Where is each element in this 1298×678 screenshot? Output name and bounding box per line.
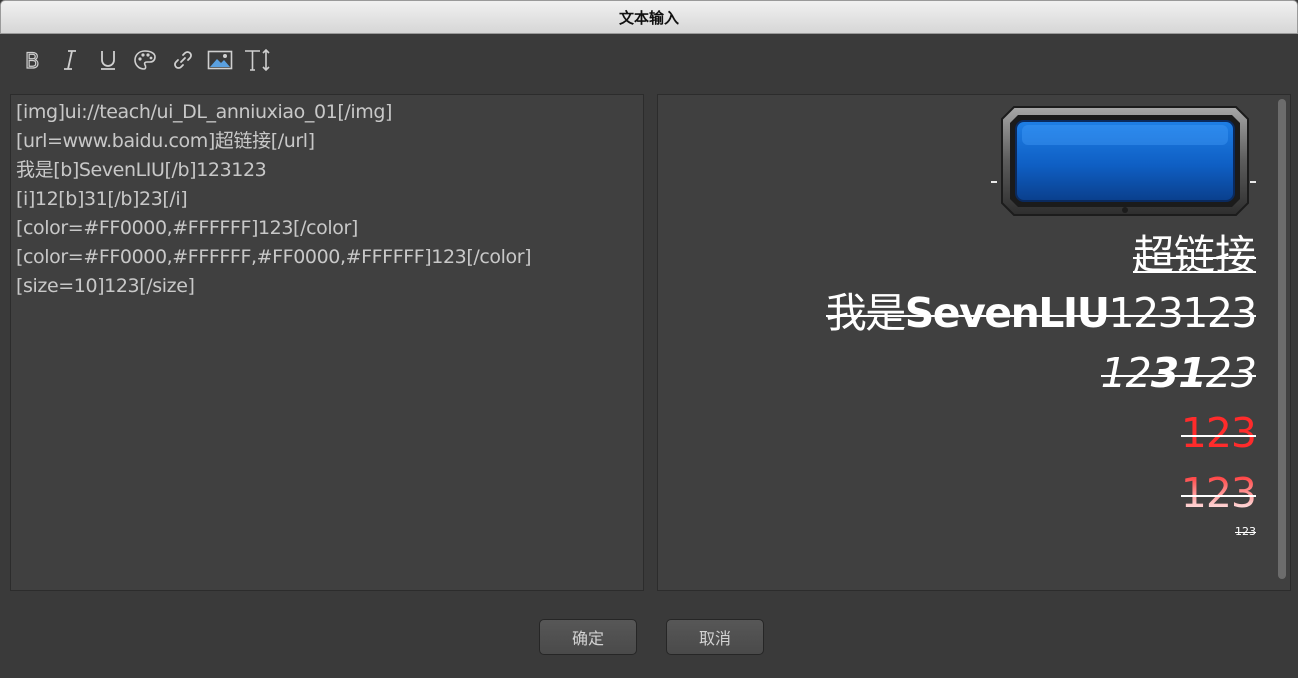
preview-hyperlink[interactable]: 超链接: [1133, 230, 1256, 280]
strikethrough: [1180, 435, 1256, 437]
preview-small-line: 123: [1235, 525, 1256, 538]
color-button[interactable]: [127, 44, 165, 76]
svg-text:B: B: [25, 49, 39, 71]
editor-line: [img]ui://teach/ui_DL_anniuxiao_01[/img]: [16, 101, 392, 123]
source-text-editor[interactable]: [img]ui://teach/ui_DL_anniuxiao_01[/img]…: [10, 94, 644, 591]
preview-color-line: 123: [1180, 409, 1257, 457]
preview-button-image: [1001, 106, 1249, 216]
strikethrough: [1100, 375, 1256, 377]
image-icon: [207, 49, 233, 71]
rich-text-preview: 超链接 我是SevenLIU123123 123123 123 123 123: [657, 94, 1291, 591]
strikethrough: [1133, 257, 1256, 259]
format-toolbar: B: [14, 44, 277, 76]
color-palette-icon: [133, 49, 157, 71]
preview-scrollbar[interactable]: [1278, 99, 1286, 579]
confirm-button[interactable]: 确定: [539, 619, 637, 655]
image-underline-left: [991, 181, 997, 183]
bold-icon: B: [23, 49, 43, 71]
underline-button[interactable]: [89, 44, 127, 76]
font-size-icon: [243, 48, 273, 72]
strikethrough: [1180, 495, 1256, 497]
bold-button[interactable]: B: [14, 44, 52, 76]
link-button[interactable]: [164, 44, 202, 76]
font-size-button[interactable]: [239, 44, 277, 76]
editor-line: [size=10]123[/size]: [16, 275, 195, 297]
image-underline-right: [1250, 181, 1256, 183]
strikethrough: [1235, 532, 1256, 533]
editor-line: 我是[b]SevenLIU[/b]123123: [16, 159, 267, 181]
cancel-button[interactable]: 取消: [666, 619, 764, 655]
bold-text: SevenLIU: [904, 289, 1110, 337]
italic-button[interactable]: [52, 44, 90, 76]
preview-gradient-line: 123: [1180, 469, 1256, 517]
window-title: 文本输入: [618, 8, 679, 27]
editor-line: [i]12[b]31[/b]23[/i]: [16, 188, 188, 210]
image-button[interactable]: [202, 44, 240, 76]
strikethrough: [825, 315, 1256, 317]
editor-line: [color=#FF0000,#FFFFFF]123[/color]: [16, 217, 358, 239]
preview-italic-line: 123123: [1100, 349, 1257, 397]
window-titlebar: 文本输入: [0, 0, 1298, 34]
underline-icon: [98, 49, 118, 71]
italic-icon: [60, 49, 80, 71]
editor-line: [url=www.baidu.com]超链接[/url]: [16, 130, 315, 152]
preview-bold-line: 我是SevenLIU123123: [825, 289, 1257, 337]
bold-italic-text: 31: [1150, 349, 1207, 397]
ubb-source-text[interactable]: [img]ui://teach/ui_DL_anniuxiao_01[/img]…: [11, 95, 643, 301]
editor-line: [color=#FF0000,#FFFFFF,#FF0000,#FFFFFF]1…: [16, 246, 532, 268]
link-icon: [172, 49, 194, 71]
